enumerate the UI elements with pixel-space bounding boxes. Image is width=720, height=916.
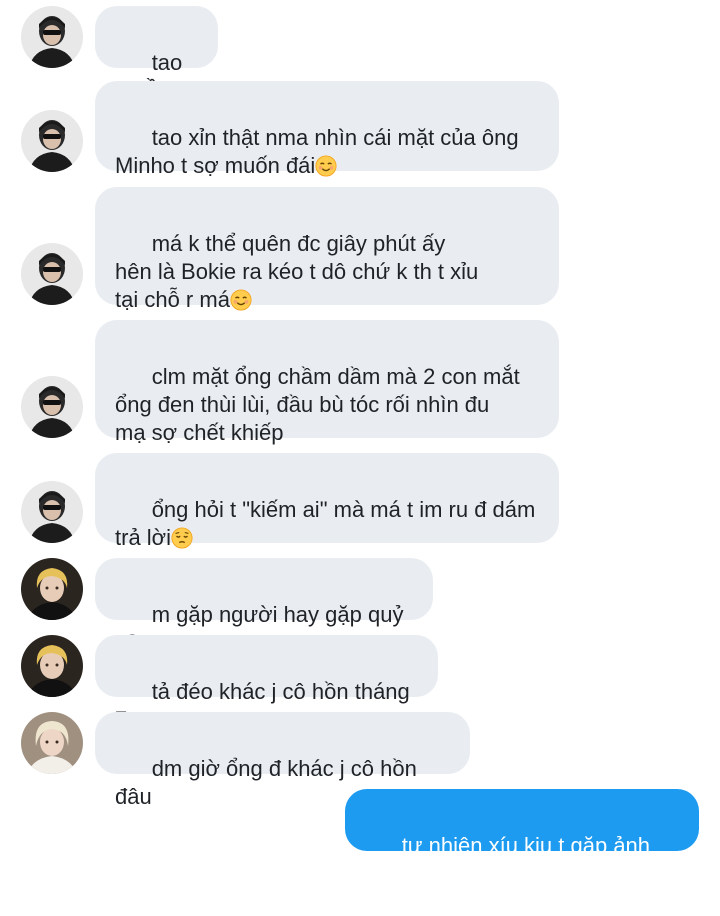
- message-text: má k thể quên đc giây phút ấy hên là Bok…: [115, 231, 479, 312]
- message-bubble[interactable]: clm mặt ổng chầm dầm mà 2 con mắt ổng đe…: [95, 320, 559, 445]
- relieved-face-icon: [230, 289, 252, 311]
- message-bubble-outgoing[interactable]: tự nhiên xíu kiu t gặp ảnh chii: [345, 789, 699, 886]
- message-text: clm mặt ổng chầm dầm mà 2 con mắt ổng đe…: [115, 364, 520, 445]
- avatar[interactable]: [21, 110, 83, 172]
- pensive-face-icon: [171, 527, 193, 549]
- avatar[interactable]: [21, 558, 83, 620]
- avatar[interactable]: [21, 635, 83, 697]
- message-bubble[interactable]: tả đéo khác j cô hồn tháng 7: [95, 635, 438, 732]
- message-bubble[interactable]: tao THỀ: [95, 6, 218, 103]
- message-bubble[interactable]: tao xỉn thật nma nhìn cái mặt của ông Mi…: [95, 81, 559, 178]
- avatar[interactable]: [21, 481, 83, 543]
- message-bubble[interactable]: dm giờ ổng đ khác j cô hồn đâu: [95, 712, 470, 809]
- avatar[interactable]: [21, 6, 83, 68]
- message-bubble[interactable]: m gặp người hay gặp quỷ v?: [95, 558, 433, 655]
- message-text: tự nhiên xíu kiu t gặp ảnh chii: [365, 833, 657, 886]
- avatar[interactable]: [21, 243, 83, 305]
- avatar[interactable]: [21, 712, 83, 774]
- message-bubble[interactable]: má k thể quên đc giây phút ấy hên là Bok…: [95, 187, 559, 312]
- chat-thread: tao THỀ tao xỉn thật nma nhìn cái mặt củ…: [0, 0, 720, 886]
- avatar[interactable]: [21, 376, 83, 438]
- relieved-face-icon: [315, 155, 337, 177]
- message-bubble[interactable]: ổng hỏi t "kiếm ai" mà má t im ru đ dám …: [95, 453, 559, 550]
